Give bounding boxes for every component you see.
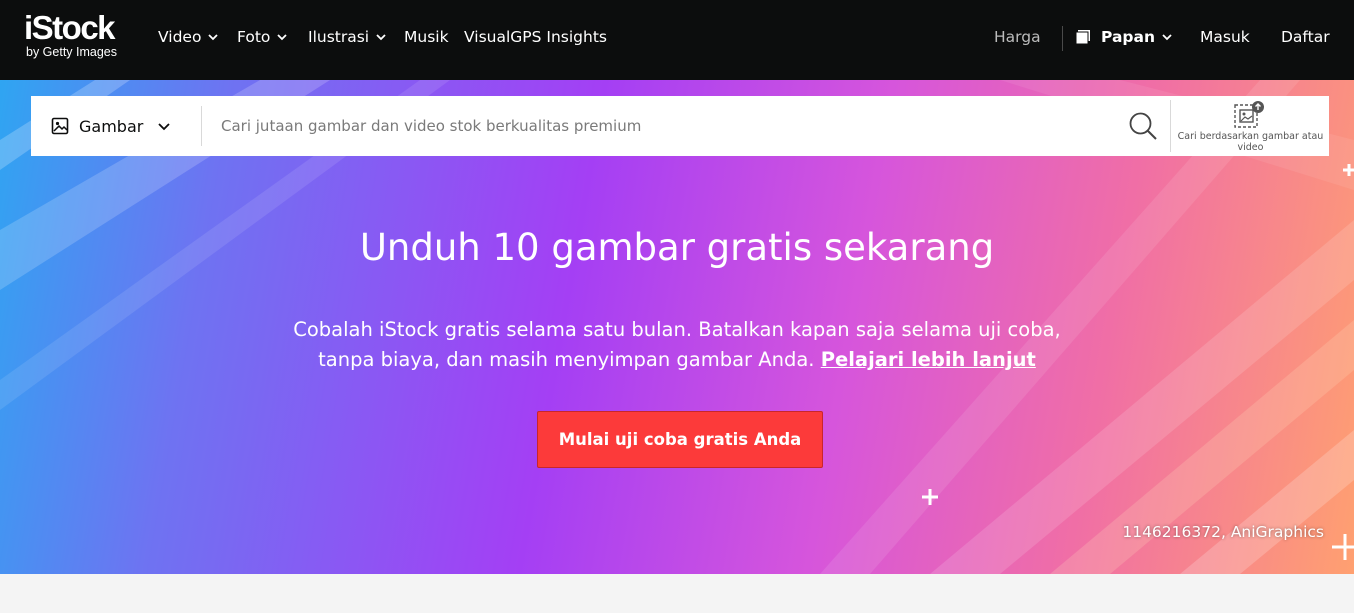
chevron-down-icon <box>277 34 288 41</box>
search-divider <box>201 106 202 146</box>
chevron-down-icon <box>158 123 170 131</box>
visual-search-button[interactable]: Cari berdasarkan gambar atau video <box>1172 96 1329 156</box>
nav-musik-label: Musik <box>404 28 449 46</box>
nav-sign-in-label: Masuk <box>1200 28 1250 46</box>
logo-tagline: by Getty Images <box>26 45 118 59</box>
nav-visualgps-label: VisualGPS Insights <box>464 28 607 46</box>
image-credit: 1146216372, AniGraphics <box>1122 523 1324 541</box>
nav-pricing[interactable]: Harga <box>994 26 1041 48</box>
hero-banner: Gambar Cari berdasarkan gambar atau vide… <box>0 80 1354 574</box>
nav-ilustrasi[interactable]: Ilustrasi <box>308 26 387 48</box>
search-type-label: Gambar <box>79 116 144 136</box>
chevron-down-icon <box>1162 34 1172 41</box>
nav-register-label: Daftar <box>1281 28 1330 46</box>
hero-subtitle: Cobalah iStock gratis selama satu bulan.… <box>277 315 1077 375</box>
hero-title: Unduh 10 gambar gratis sekarang <box>359 226 995 269</box>
logo-wordmark: iStock <box>24 9 116 46</box>
nav-foto-label: Foto <box>237 28 271 46</box>
nav-musik[interactable]: Musik <box>404 26 449 48</box>
nav-video-label: Video <box>158 28 202 46</box>
nav-sign-in[interactable]: Masuk <box>1200 26 1250 48</box>
page-content-background <box>0 574 1354 613</box>
search-bar: Gambar Cari berdasarkan gambar atau vide… <box>31 96 1329 156</box>
search-icon[interactable] <box>1127 110 1159 142</box>
start-free-trial-button[interactable]: Mulai uji coba gratis Anda <box>537 411 823 468</box>
plus-icon <box>1343 164 1354 176</box>
nav-divider <box>1062 26 1063 51</box>
search-type-dropdown[interactable]: Gambar <box>31 96 202 156</box>
nav-foto[interactable]: Foto <box>237 26 288 48</box>
nav-visualgps[interactable]: VisualGPS Insights <box>464 26 607 48</box>
search-input[interactable] <box>221 96 1121 156</box>
top-navigation: iStock by Getty Images Video Foto Ilustr… <box>0 0 1354 80</box>
nav-register[interactable]: Daftar <box>1281 26 1330 48</box>
nav-video[interactable]: Video <box>158 26 219 48</box>
nav-boards[interactable]: Papan <box>1075 26 1173 48</box>
image-icon <box>51 117 69 135</box>
plus-icon <box>922 489 938 505</box>
nav-ilustrasi-label: Ilustrasi <box>308 28 370 46</box>
visual-search-icon <box>1234 101 1264 128</box>
chevron-down-icon <box>376 34 386 41</box>
visual-search-label: Cari berdasarkan gambar atau video <box>1177 131 1324 153</box>
board-icon <box>1075 30 1090 45</box>
nav-pricing-label: Harga <box>994 28 1041 46</box>
plus-icon <box>1332 534 1354 560</box>
chevron-down-icon <box>208 34 219 41</box>
search-divider <box>1170 100 1171 152</box>
istock-logo[interactable]: iStock by Getty Images <box>24 9 136 62</box>
learn-more-link[interactable]: Pelajari lebih lanjut <box>821 348 1036 371</box>
nav-boards-label: Papan <box>1101 28 1155 46</box>
